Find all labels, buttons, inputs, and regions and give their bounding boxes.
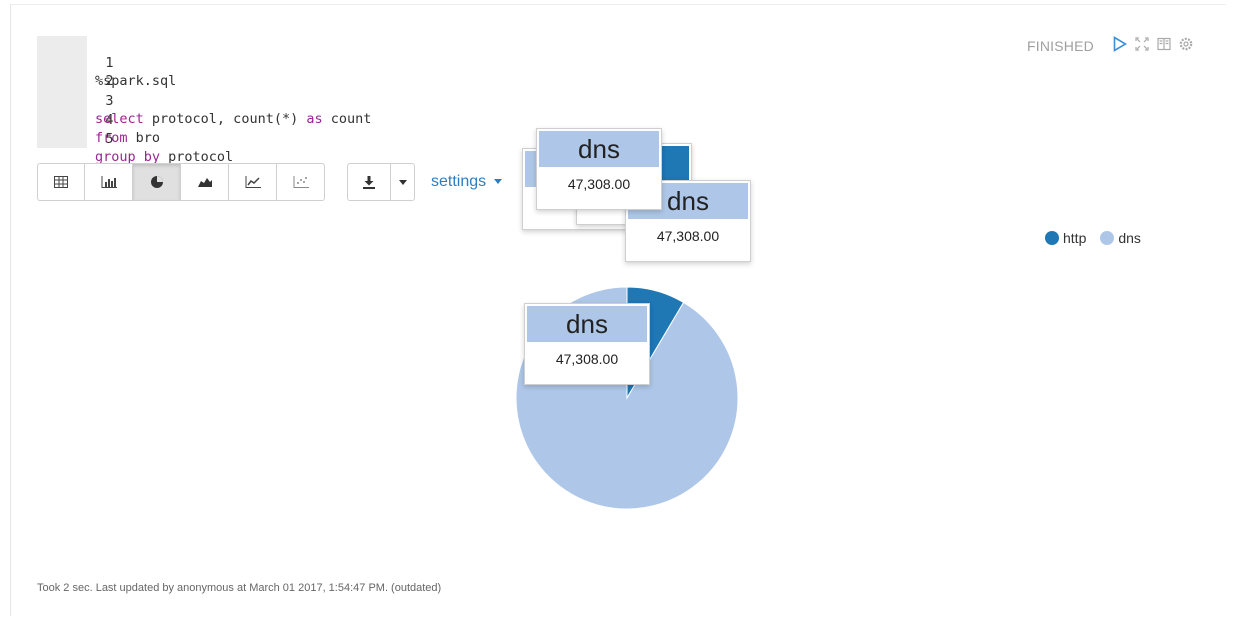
- run-icon[interactable]: [1113, 36, 1127, 52]
- chart-tooltip: dns 47,308.00: [536, 128, 662, 210]
- legend-item-http[interactable]: http: [1045, 230, 1086, 246]
- download-options-button[interactable]: [391, 163, 415, 201]
- code-fragment: protocol, count(*): [143, 111, 307, 127]
- scatter-chart-button[interactable]: [277, 163, 325, 201]
- scatter-chart-icon: [293, 176, 309, 188]
- book-icon[interactable]: [1157, 37, 1171, 51]
- line-number: 2: [105, 73, 114, 89]
- paragraph-footer: Took 2 sec. Last updated by anonymous at…: [37, 582, 442, 594]
- line-number: 4: [105, 112, 114, 128]
- code-fragment: count: [322, 111, 372, 127]
- legend-label: dns: [1118, 230, 1141, 246]
- download-button-group: [347, 163, 415, 201]
- bar-chart-icon: [101, 176, 117, 188]
- legend-dot: [1100, 231, 1115, 245]
- code-line: 1 %spark.sql: [37, 36, 176, 89]
- code-fragment: bro: [127, 130, 161, 146]
- area-chart-button[interactable]: [181, 163, 229, 201]
- line-number: 1: [105, 55, 114, 71]
- code-line: 3 select protocol, count(*) as count: [37, 74, 371, 127]
- table-icon: [54, 176, 68, 188]
- pie-tooltip: dns 47,308.00: [524, 303, 650, 385]
- caret-down-icon: [493, 179, 502, 185]
- settings-toggle[interactable]: settings: [431, 173, 502, 191]
- tooltip-value: 47,308.00: [555, 351, 619, 367]
- code-editor[interactable]: 1 %spark.sql 2 3 select protocol, count(…: [37, 36, 477, 165]
- code-line: 5 group by protocol: [37, 112, 233, 165]
- keyword: as: [306, 111, 323, 127]
- line-number: 5: [105, 131, 114, 147]
- legend-label: http: [1063, 230, 1087, 246]
- visualization-toolbar: [37, 163, 325, 203]
- tooltip-value: 47,308.00: [656, 228, 720, 244]
- download-icon: [363, 175, 375, 189]
- table-view-button[interactable]: [37, 163, 85, 201]
- bar-chart-button[interactable]: [85, 163, 133, 201]
- pie-chart-icon: [150, 176, 163, 188]
- expand-icon[interactable]: [1135, 37, 1149, 51]
- settings-label: settings: [431, 173, 487, 190]
- code-line: 2: [37, 54, 113, 89]
- legend-item-dns[interactable]: dns: [1100, 230, 1141, 246]
- tooltip-title: dns: [539, 131, 659, 167]
- legend-dot: [1045, 231, 1059, 245]
- tooltip-title: dns: [527, 306, 647, 342]
- download-button[interactable]: [347, 163, 391, 201]
- paragraph-status: FINISHED: [1027, 38, 1094, 54]
- line-chart-icon: [245, 176, 261, 188]
- tooltip-value: 47,308.00: [567, 176, 631, 192]
- code-text: select protocol, count(*) as count: [95, 110, 371, 128]
- chart-legend: http dns: [1045, 230, 1141, 246]
- line-number: 3: [105, 93, 114, 109]
- caret-down-icon: [398, 179, 407, 185]
- paragraph-controls: [1113, 36, 1193, 52]
- line-chart-button[interactable]: [229, 163, 277, 201]
- code-line: 4 from bro: [37, 93, 160, 146]
- gear-icon[interactable]: [1179, 37, 1193, 51]
- area-chart-icon: [197, 178, 212, 187]
- pie-chart-button[interactable]: [133, 163, 181, 201]
